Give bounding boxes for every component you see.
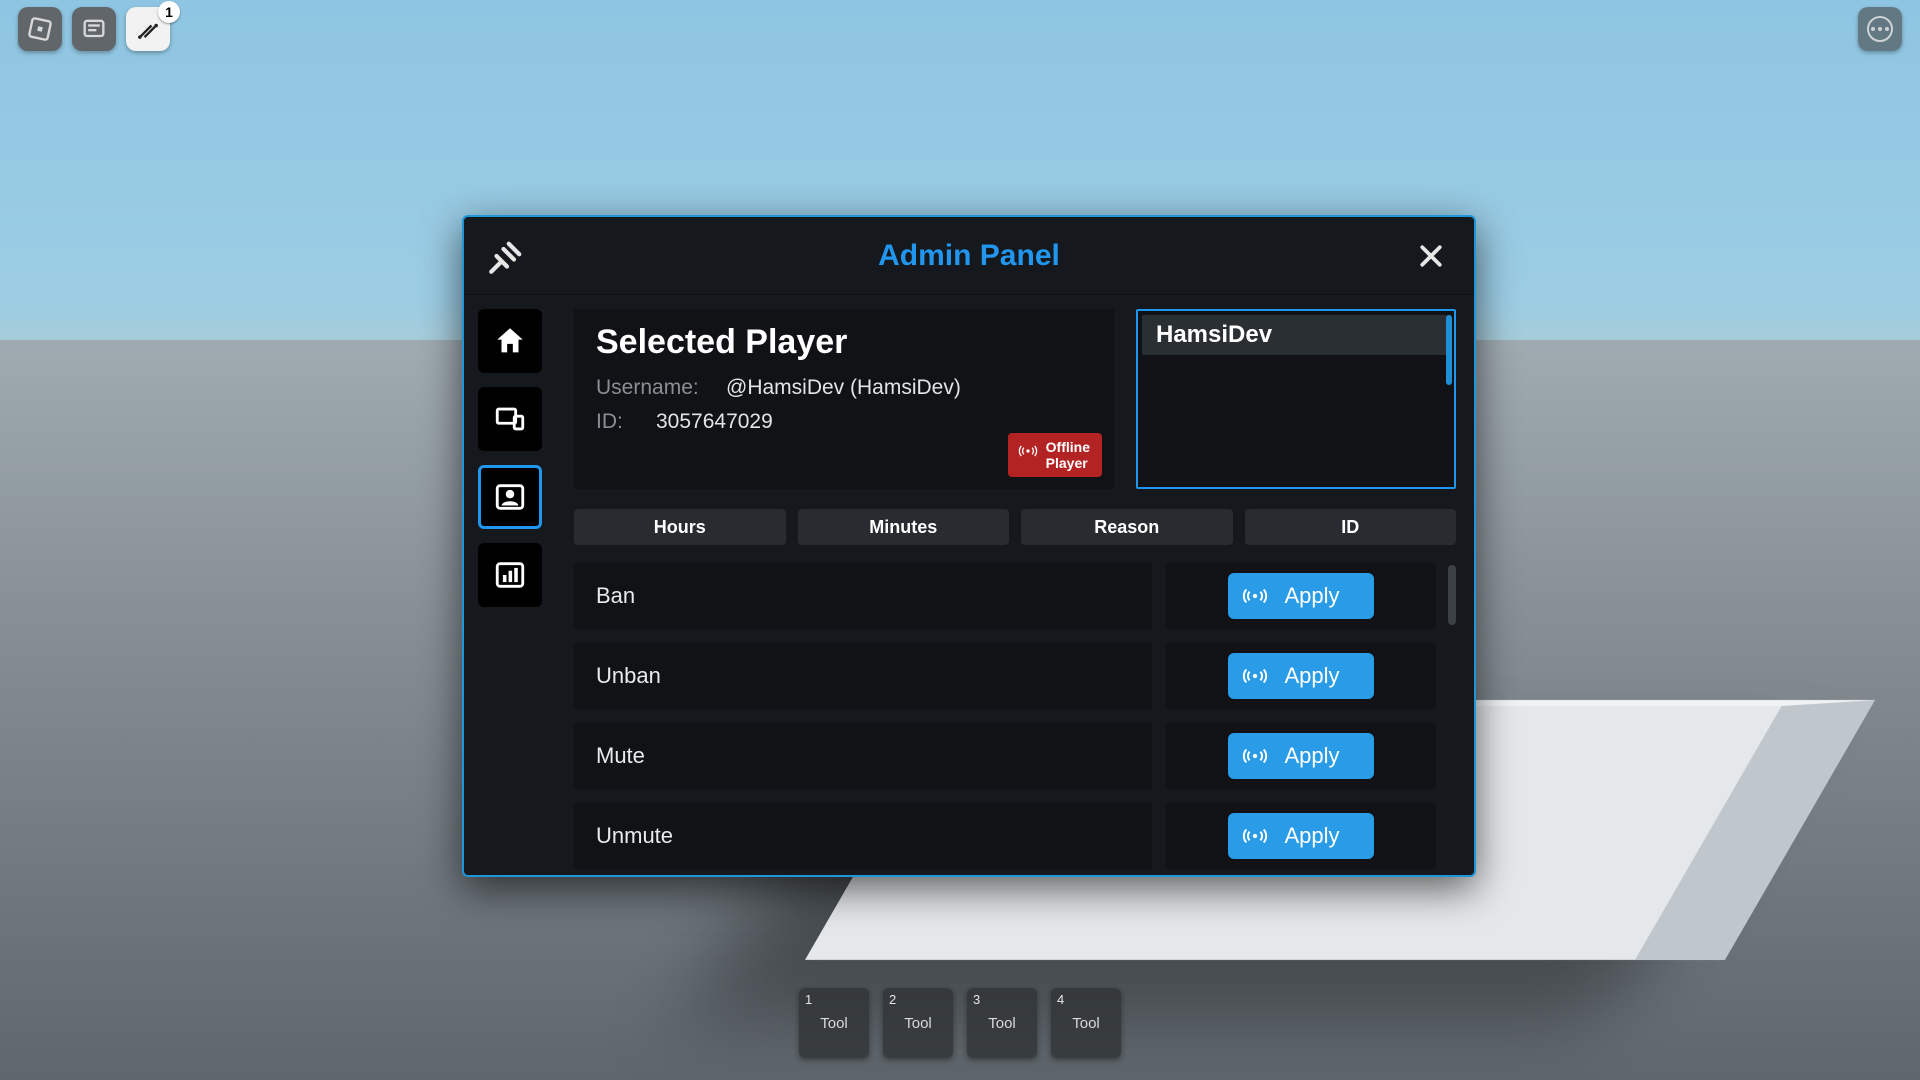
broadcast-icon bbox=[1242, 663, 1268, 689]
sidebar-stats[interactable] bbox=[478, 543, 542, 607]
username-value: @HamsiDev (HamsiDev) bbox=[726, 376, 961, 400]
panel-title: Admin Panel bbox=[464, 239, 1474, 273]
action-label: Ban bbox=[574, 563, 1152, 629]
sidebar-players[interactable] bbox=[478, 465, 542, 529]
apply-button[interactable]: Apply bbox=[1228, 573, 1373, 619]
hotbar-slot[interactable]: 3 Tool bbox=[967, 988, 1037, 1058]
apply-button-label: Apply bbox=[1284, 743, 1339, 768]
hotbar-slot-label: Tool bbox=[904, 1015, 932, 1032]
player-list[interactable]: HamsiDev bbox=[1136, 309, 1456, 489]
home-icon bbox=[493, 324, 527, 358]
action-row-ban: Ban Apply bbox=[574, 563, 1456, 629]
filter-row: Hours Minutes Reason ID bbox=[574, 509, 1456, 545]
sidebar-devices[interactable] bbox=[478, 387, 542, 451]
chart-icon bbox=[493, 558, 527, 592]
tools-button[interactable]: 1 bbox=[126, 7, 170, 51]
broadcast-icon bbox=[1018, 441, 1038, 461]
selected-player-card: Selected Player Username: @HamsiDev (Ham… bbox=[574, 309, 1114, 489]
action-apply-cell: Apply bbox=[1166, 803, 1436, 869]
id-value: 3057647029 bbox=[656, 410, 773, 434]
user-card-icon bbox=[493, 480, 527, 514]
action-list-scrollbar[interactable] bbox=[1448, 565, 1456, 625]
action-row-unmute: Unmute Apply bbox=[574, 803, 1456, 869]
swords-icon bbox=[134, 15, 162, 43]
tools-badge: 1 bbox=[158, 1, 180, 23]
hotbar-slot-number: 2 bbox=[889, 992, 896, 1007]
action-row-unban: Unban Apply bbox=[574, 643, 1456, 709]
action-row-mute: Mute Apply bbox=[574, 723, 1456, 789]
topbar-left: 1 bbox=[18, 7, 170, 51]
apply-button-label: Apply bbox=[1284, 823, 1339, 848]
apply-button-label: Apply bbox=[1284, 663, 1339, 688]
admin-panel: Admin Panel Selected Player bbox=[462, 215, 1476, 877]
hotbar-slot-number: 3 bbox=[973, 992, 980, 1007]
action-apply-cell: Apply bbox=[1166, 563, 1436, 629]
hotbar-slot[interactable]: 4 Tool bbox=[1051, 988, 1121, 1058]
close-button[interactable] bbox=[1410, 235, 1452, 277]
action-label: Unban bbox=[574, 643, 1152, 709]
player-list-item[interactable]: HamsiDev bbox=[1142, 315, 1450, 355]
hotbar-slot-number: 1 bbox=[805, 992, 812, 1007]
more-menu-button[interactable] bbox=[1858, 7, 1902, 51]
offline-player-button[interactable]: Offline Player bbox=[1008, 433, 1102, 477]
apply-button[interactable]: Apply bbox=[1228, 653, 1373, 699]
panel-sidebar bbox=[464, 295, 550, 875]
hotbar-slot-label: Tool bbox=[820, 1015, 848, 1032]
filter-minutes[interactable]: Minutes bbox=[798, 509, 1010, 545]
filter-hours[interactable]: Hours bbox=[574, 509, 786, 545]
action-apply-cell: Apply bbox=[1166, 723, 1436, 789]
close-icon bbox=[1416, 241, 1446, 271]
player-list-scrollbar[interactable] bbox=[1446, 315, 1452, 385]
chat-button[interactable] bbox=[72, 7, 116, 51]
username-row: Username: @HamsiDev (HamsiDev) bbox=[596, 376, 1096, 400]
hotbar-slot[interactable]: 2 Tool bbox=[883, 988, 953, 1058]
apply-button-label: Apply bbox=[1284, 583, 1339, 608]
chat-icon bbox=[80, 15, 108, 43]
offline-badge-text: Offline Player bbox=[1046, 439, 1090, 471]
hotbar-slot-label: Tool bbox=[1072, 1015, 1100, 1032]
action-apply-cell: Apply bbox=[1166, 643, 1436, 709]
sidebar-home[interactable] bbox=[478, 309, 542, 373]
action-list: Ban Apply Unban Apply bbox=[574, 563, 1456, 875]
more-icon bbox=[1867, 16, 1893, 42]
hotbar-slot-label: Tool bbox=[988, 1015, 1016, 1032]
gavel-icon bbox=[486, 235, 528, 277]
topbar-right bbox=[1858, 7, 1902, 51]
hotbar-slot-number: 4 bbox=[1057, 992, 1064, 1007]
broadcast-icon bbox=[1242, 743, 1268, 769]
apply-button[interactable]: Apply bbox=[1228, 733, 1373, 779]
id-label: ID: bbox=[596, 410, 656, 434]
selected-player-heading: Selected Player bbox=[596, 323, 1096, 362]
action-label: Unmute bbox=[574, 803, 1152, 869]
upper-row: Selected Player Username: @HamsiDev (Ham… bbox=[574, 309, 1456, 489]
panel-content: Selected Player Username: @HamsiDev (Ham… bbox=[550, 295, 1474, 875]
filter-id[interactable]: ID bbox=[1245, 509, 1457, 545]
filter-reason[interactable]: Reason bbox=[1021, 509, 1233, 545]
broadcast-icon bbox=[1242, 583, 1268, 609]
hotbar: 1 Tool 2 Tool 3 Tool 4 Tool bbox=[799, 988, 1121, 1058]
hotbar-slot[interactable]: 1 Tool bbox=[799, 988, 869, 1058]
panel-header: Admin Panel bbox=[464, 217, 1474, 295]
broadcast-icon bbox=[1242, 823, 1268, 849]
apply-button[interactable]: Apply bbox=[1228, 813, 1373, 859]
panel-body: Selected Player Username: @HamsiDev (Ham… bbox=[464, 295, 1474, 875]
action-label: Mute bbox=[574, 723, 1152, 789]
id-row: ID: 3057647029 bbox=[596, 410, 1096, 434]
devices-icon bbox=[493, 402, 527, 436]
username-label: Username: bbox=[596, 376, 726, 400]
roblox-icon bbox=[26, 15, 54, 43]
roblox-menu-button[interactable] bbox=[18, 7, 62, 51]
